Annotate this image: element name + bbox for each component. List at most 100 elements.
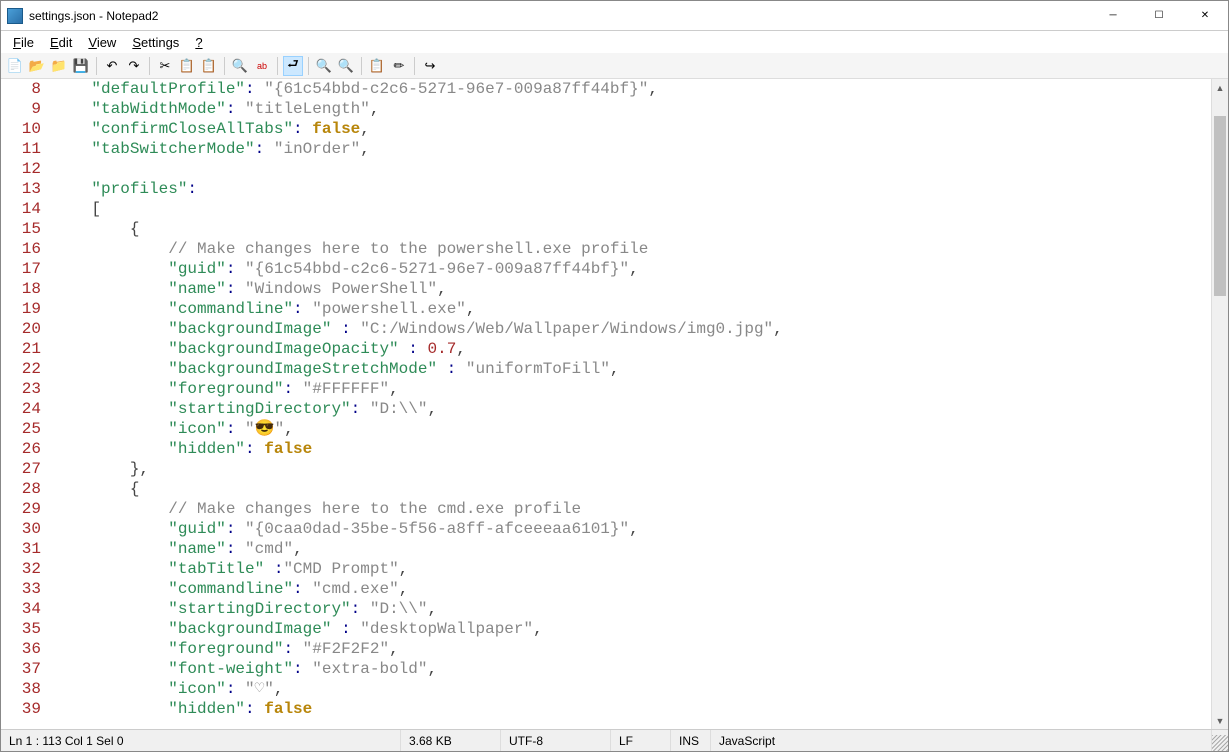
line-code[interactable]: "font-weight": "extra-bold",: [49, 659, 1211, 679]
find-icon[interactable]: 🔍: [230, 56, 250, 76]
line-code[interactable]: "foreground": "#FFFFFF",: [49, 379, 1211, 399]
line-number: 12: [1, 159, 49, 179]
line-code[interactable]: "icon": "♡",: [49, 679, 1211, 699]
line-code[interactable]: // Make changes here to the powershell.e…: [49, 239, 1211, 259]
line-code[interactable]: {: [49, 219, 1211, 239]
status-filesize: 3.68 KB: [401, 730, 501, 751]
code-line: 34 "startingDirectory": "D:\\",: [1, 599, 1211, 619]
replace-icon[interactable]: ab: [252, 56, 272, 76]
cut-icon[interactable]: ✂: [155, 56, 175, 76]
line-code[interactable]: "guid": "{0caa0dad-35be-5f56-a8ff-afceee…: [49, 519, 1211, 539]
line-number: 21: [1, 339, 49, 359]
copy-icon[interactable]: 📋: [177, 56, 197, 76]
line-code[interactable]: "startingDirectory": "D:\\",: [49, 599, 1211, 619]
line-code[interactable]: // Make changes here to the cmd.exe prof…: [49, 499, 1211, 519]
line-number: 31: [1, 539, 49, 559]
close-button[interactable]: ✕: [1182, 1, 1228, 31]
line-number: 39: [1, 699, 49, 719]
line-code[interactable]: "backgroundImage" : "desktopWallpaper",: [49, 619, 1211, 639]
line-code[interactable]: [49, 159, 1211, 179]
line-code[interactable]: "tabSwitcherMode": "inOrder",: [49, 139, 1211, 159]
status-eol[interactable]: LF: [611, 730, 671, 751]
line-number: 35: [1, 619, 49, 639]
scroll-down-icon[interactable]: ▼: [1212, 712, 1228, 729]
browse-icon[interactable]: 📁: [49, 56, 69, 76]
line-number: 13: [1, 179, 49, 199]
line-code[interactable]: {: [49, 479, 1211, 499]
minimize-button[interactable]: ─: [1090, 1, 1136, 31]
new-icon[interactable]: 📄: [5, 56, 25, 76]
menu-help[interactable]: ?: [187, 33, 210, 52]
status-lexer[interactable]: JavaScript: [711, 730, 1212, 751]
code-line: 21 "backgroundImageOpacity" : 0.7,: [1, 339, 1211, 359]
line-code[interactable]: "hidden": false: [49, 699, 1211, 719]
menu-edit[interactable]: Edit: [42, 33, 80, 52]
status-encoding[interactable]: UTF-8: [501, 730, 611, 751]
line-code[interactable]: "tabWidthMode": "titleLength",: [49, 99, 1211, 119]
redo-icon[interactable]: ↷: [124, 56, 144, 76]
save-icon[interactable]: 💾: [71, 56, 91, 76]
menu-view[interactable]: View: [80, 33, 124, 52]
status-insert-mode[interactable]: INS: [671, 730, 711, 751]
line-code[interactable]: "confirmCloseAllTabs": false,: [49, 119, 1211, 139]
line-code[interactable]: "startingDirectory": "D:\\",: [49, 399, 1211, 419]
line-code[interactable]: },: [49, 459, 1211, 479]
menubar: File Edit View Settings ?: [1, 31, 1228, 53]
line-number: 27: [1, 459, 49, 479]
line-code[interactable]: "profiles":: [49, 179, 1211, 199]
code-line: 22 "backgroundImageStretchMode" : "unifo…: [1, 359, 1211, 379]
toolbar-separator: [361, 57, 362, 75]
code-line: 20 "backgroundImage" : "C:/Windows/Web/W…: [1, 319, 1211, 339]
line-code[interactable]: "name": "cmd",: [49, 539, 1211, 559]
code-line: 33 "commandline": "cmd.exe",: [1, 579, 1211, 599]
line-number: 15: [1, 219, 49, 239]
line-number: 22: [1, 359, 49, 379]
line-code[interactable]: "tabTitle" :"CMD Prompt",: [49, 559, 1211, 579]
zoomout-icon[interactable]: 🔍: [336, 56, 356, 76]
maximize-button[interactable]: ☐: [1136, 1, 1182, 31]
code-line: 15 {: [1, 219, 1211, 239]
paste-icon[interactable]: 📋: [199, 56, 219, 76]
line-code[interactable]: "defaultProfile": "{61c54bbd-c2c6-5271-9…: [49, 79, 1211, 99]
scroll-thumb[interactable]: [1214, 116, 1226, 296]
undo-icon[interactable]: ↶: [102, 56, 122, 76]
wordwrap-icon[interactable]: ⮐: [283, 56, 303, 76]
line-number: 17: [1, 259, 49, 279]
line-code[interactable]: "backgroundImageStretchMode" : "uniformT…: [49, 359, 1211, 379]
open-icon[interactable]: 📂: [27, 56, 47, 76]
code-line: 8 "defaultProfile": "{61c54bbd-c2c6-5271…: [1, 79, 1211, 99]
code-line: 29 // Make changes here to the cmd.exe p…: [1, 499, 1211, 519]
line-code[interactable]: "backgroundImage" : "C:/Windows/Web/Wall…: [49, 319, 1211, 339]
menu-file[interactable]: File: [5, 33, 42, 52]
scheme-icon[interactable]: 📋: [367, 56, 387, 76]
code-line: 35 "backgroundImage" : "desktopWallpaper…: [1, 619, 1211, 639]
line-code[interactable]: "commandline": "powershell.exe",: [49, 299, 1211, 319]
editor-content[interactable]: 8 "defaultProfile": "{61c54bbd-c2c6-5271…: [1, 79, 1211, 729]
code-line: 11 "tabSwitcherMode": "inOrder",: [1, 139, 1211, 159]
line-number: 37: [1, 659, 49, 679]
code-line: 28 {: [1, 479, 1211, 499]
line-code[interactable]: [: [49, 199, 1211, 219]
line-code[interactable]: "foreground": "#F2F2F2",: [49, 639, 1211, 659]
editor-area: 8 "defaultProfile": "{61c54bbd-c2c6-5271…: [1, 79, 1228, 729]
line-code[interactable]: "backgroundImageOpacity" : 0.7,: [49, 339, 1211, 359]
line-number: 8: [1, 79, 49, 99]
customize-icon[interactable]: ✏: [389, 56, 409, 76]
line-code[interactable]: "guid": "{61c54bbd-c2c6-5271-96e7-009a87…: [49, 259, 1211, 279]
line-number: 36: [1, 639, 49, 659]
zoomin-icon[interactable]: 🔍: [314, 56, 334, 76]
line-number: 9: [1, 99, 49, 119]
line-code[interactable]: "hidden": false: [49, 439, 1211, 459]
menu-settings[interactable]: Settings: [124, 33, 187, 52]
resize-grip-icon[interactable]: [1212, 735, 1228, 751]
line-number: 32: [1, 559, 49, 579]
exit-icon[interactable]: ↪: [420, 56, 440, 76]
scroll-up-icon[interactable]: ▲: [1212, 79, 1228, 96]
vertical-scrollbar[interactable]: ▲ ▼: [1211, 79, 1228, 729]
toolbar-separator: [149, 57, 150, 75]
line-code[interactable]: "commandline": "cmd.exe",: [49, 579, 1211, 599]
scroll-track[interactable]: [1212, 96, 1228, 712]
line-code[interactable]: "icon": "😎",: [49, 419, 1211, 439]
toolbar-separator: [414, 57, 415, 75]
line-code[interactable]: "name": "Windows PowerShell",: [49, 279, 1211, 299]
